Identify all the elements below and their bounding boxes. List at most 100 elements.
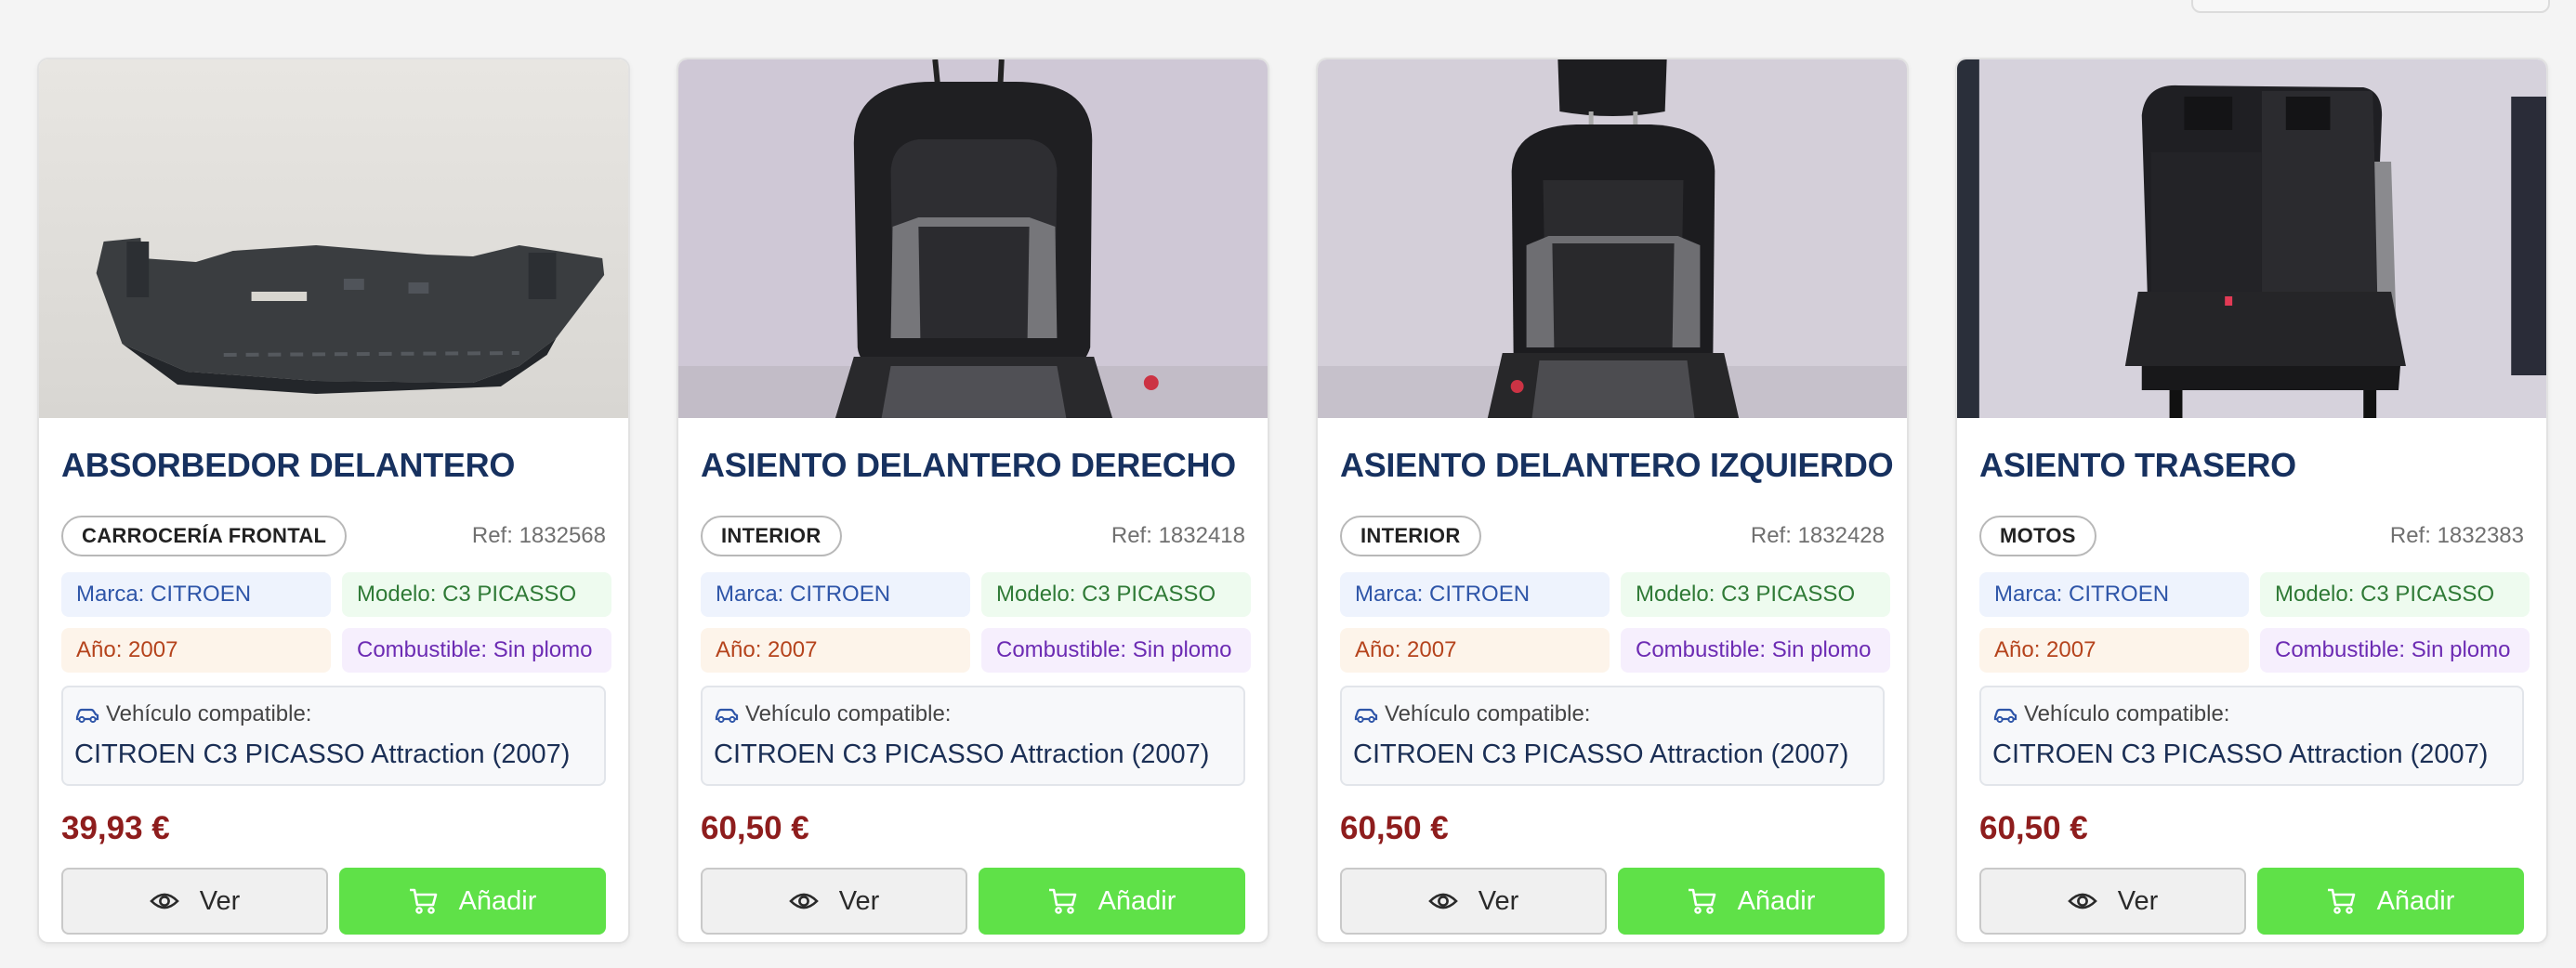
view-button[interactable]: Ver bbox=[1979, 868, 2246, 935]
compatible-label: Vehículo compatible: bbox=[106, 701, 312, 726]
spec-label: Marca: bbox=[76, 582, 145, 607]
spec-ano: Año: 2007 bbox=[701, 628, 970, 673]
category-badge: INTERIOR bbox=[1340, 516, 1481, 556]
spec-label: Combustible: bbox=[996, 637, 1127, 662]
product-image[interactable] bbox=[1318, 59, 1907, 418]
spec-label: Año: bbox=[1355, 637, 1401, 662]
compatible-label: Vehículo compatible: bbox=[1385, 701, 1591, 726]
product-image[interactable] bbox=[39, 59, 628, 418]
product-title[interactable]: ABSORBEDOR DELANTERO bbox=[61, 446, 606, 487]
product-price: 60,50 € bbox=[701, 810, 809, 846]
view-button[interactable]: Ver bbox=[701, 868, 967, 935]
ref-label: Ref: bbox=[471, 523, 513, 548]
spec-label: Combustible: bbox=[1636, 637, 1767, 662]
product-price: 60,50 € bbox=[1979, 810, 2088, 846]
spec-grid: Marca: CITROEN Modelo: C3 PICASSO Año: 2… bbox=[1979, 572, 2530, 673]
rear-seat-photo bbox=[1957, 59, 2546, 418]
category-badge: MOTOS bbox=[1979, 516, 2096, 556]
add-to-cart-button[interactable]: Añadir bbox=[979, 868, 1245, 935]
spec-value: CITROEN bbox=[1429, 582, 1531, 607]
eye-icon bbox=[1427, 893, 1458, 909]
compatible-vehicle: CITROEN C3 PICASSO Attraction (2007) bbox=[74, 739, 571, 769]
front-right-seat-photo bbox=[678, 59, 1268, 418]
bumper-absorber-photo bbox=[39, 59, 628, 418]
product-price: 60,50 € bbox=[1340, 810, 1449, 846]
car-icon bbox=[715, 708, 739, 724]
spec-grid: Marca: CITROEN Modelo: C3 PICASSO Año: 2… bbox=[1340, 572, 1890, 673]
spec-modelo: Modelo: C3 PICASSO bbox=[2260, 572, 2530, 617]
spec-value: C3 PICASSO bbox=[442, 582, 577, 607]
spec-label: Año: bbox=[716, 637, 762, 662]
spec-label: Marca: bbox=[716, 582, 784, 607]
cart-icon bbox=[409, 888, 437, 914]
product-title[interactable]: ASIENTO DELANTERO DERECHO bbox=[701, 446, 1245, 487]
spec-value: C3 PICASSO bbox=[1082, 582, 1216, 607]
view-label: Ver bbox=[199, 885, 241, 916]
ref-value: 1832568 bbox=[519, 523, 606, 548]
spec-ano: Año: 2007 bbox=[1340, 628, 1610, 673]
product-title[interactable]: ASIENTO DELANTERO IZQUIERDO bbox=[1340, 446, 1894, 487]
spec-modelo: Modelo: C3 PICASSO bbox=[981, 572, 1251, 617]
add-label: Añadir bbox=[2376, 885, 2455, 916]
spec-value: CITROEN bbox=[2069, 582, 2170, 607]
spec-marca: Marca: CITROEN bbox=[61, 572, 331, 617]
product-card: ASIENTO DELANTERO DERECHO INTERIOR Ref: … bbox=[677, 58, 1269, 944]
car-icon bbox=[1354, 708, 1378, 724]
product-title[interactable]: ASIENTO TRASERO bbox=[1979, 446, 2524, 487]
view-button[interactable]: Ver bbox=[61, 868, 328, 935]
spec-marca: Marca: CITROEN bbox=[1979, 572, 2249, 617]
compatible-vehicle: CITROEN C3 PICASSO Attraction (2007) bbox=[1992, 739, 2489, 769]
add-label: Añadir bbox=[1097, 885, 1176, 916]
eye-icon bbox=[149, 893, 179, 909]
spec-label: Modelo: bbox=[1636, 582, 1715, 607]
reference-number: Ref: 1832383 bbox=[2390, 523, 2524, 549]
compatible-vehicle-box: Vehículo compatible: CITROEN C3 PICASSO … bbox=[701, 686, 1245, 786]
product-card: ABSORBEDOR DELANTERO CARROCERÍA FRONTAL … bbox=[37, 58, 630, 944]
spec-value: 2007 bbox=[128, 637, 178, 662]
reference-number: Ref: 1832428 bbox=[1751, 523, 1885, 549]
product-price: 39,93 € bbox=[61, 810, 170, 846]
spec-value: Sin plomo bbox=[1771, 637, 1872, 662]
product-image[interactable] bbox=[1957, 59, 2546, 418]
spec-label: Modelo: bbox=[2275, 582, 2355, 607]
view-button[interactable]: Ver bbox=[1340, 868, 1607, 935]
spec-value: CITROEN bbox=[790, 582, 891, 607]
spec-label: Año: bbox=[1994, 637, 2041, 662]
spec-modelo: Modelo: C3 PICASSO bbox=[1621, 572, 1890, 617]
add-label: Añadir bbox=[1737, 885, 1816, 916]
spec-label: Combustible: bbox=[357, 637, 488, 662]
add-to-cart-button[interactable]: Añadir bbox=[339, 868, 606, 935]
cart-icon bbox=[1688, 888, 1715, 914]
add-to-cart-button[interactable]: Añadir bbox=[1618, 868, 1885, 935]
ref-label: Ref: bbox=[1111, 523, 1152, 548]
spec-label: Marca: bbox=[1994, 582, 2063, 607]
compatible-vehicle-box: Vehículo compatible: CITROEN C3 PICASSO … bbox=[61, 686, 606, 786]
spec-ano: Año: 2007 bbox=[1979, 628, 2249, 673]
product-image[interactable] bbox=[678, 59, 1268, 418]
compatible-vehicle: CITROEN C3 PICASSO Attraction (2007) bbox=[1353, 739, 1849, 769]
add-to-cart-button[interactable]: Añadir bbox=[2257, 868, 2524, 935]
spec-value: 2007 bbox=[1407, 637, 1457, 662]
spec-value: C3 PICASSO bbox=[2360, 582, 2495, 607]
compatible-vehicle: CITROEN C3 PICASSO Attraction (2007) bbox=[714, 739, 1210, 769]
spec-modelo: Modelo: C3 PICASSO bbox=[342, 572, 611, 617]
spec-combustible: Combustible: Sin plomo bbox=[2260, 628, 2530, 673]
front-left-seat-photo bbox=[1318, 59, 1907, 418]
category-badge: CARROCERÍA FRONTAL bbox=[61, 516, 348, 556]
category-badge: INTERIOR bbox=[701, 516, 842, 556]
cart-icon bbox=[2327, 888, 2355, 914]
sort-select[interactable] bbox=[2191, 0, 2550, 13]
compatible-vehicle-box: Vehículo compatible: CITROEN C3 PICASSO … bbox=[1340, 686, 1885, 786]
spec-marca: Marca: CITROEN bbox=[1340, 572, 1610, 617]
spec-label: Marca: bbox=[1355, 582, 1424, 607]
spec-label: Modelo: bbox=[357, 582, 437, 607]
product-grid: ABSORBEDOR DELANTERO CARROCERÍA FRONTAL … bbox=[37, 58, 2548, 944]
spec-combustible: Combustible: Sin plomo bbox=[342, 628, 611, 673]
spec-combustible: Combustible: Sin plomo bbox=[1621, 628, 1890, 673]
spec-value: 2007 bbox=[768, 637, 818, 662]
spec-value: C3 PICASSO bbox=[1721, 582, 1856, 607]
cart-icon bbox=[1048, 888, 1076, 914]
spec-value: Sin plomo bbox=[2411, 637, 2511, 662]
spec-label: Combustible: bbox=[2275, 637, 2406, 662]
ref-value: 1832418 bbox=[1158, 523, 1245, 548]
